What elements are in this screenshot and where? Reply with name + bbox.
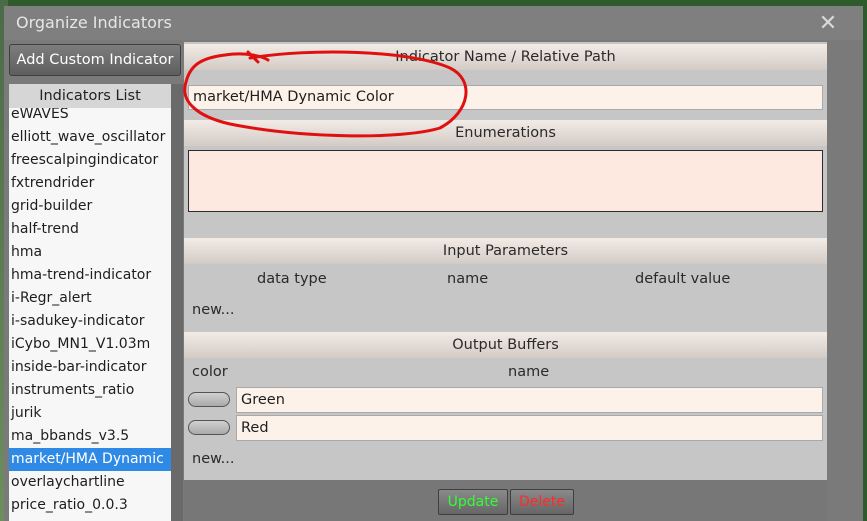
add-custom-indicator-button[interactable]: Add Custom Indicator	[9, 44, 181, 76]
indicators-list: eWAVES elliott_wave_oscillator freescalp…	[9, 84, 171, 521]
color-column-label: color	[192, 364, 228, 380]
list-item[interactable]: overlaychartline	[9, 471, 171, 494]
new-output-buffer-link[interactable]: new...	[192, 451, 234, 467]
name-column-label: name	[447, 271, 489, 287]
list-item[interactable]: ma_bbands_v3.5	[9, 425, 171, 448]
new-input-parameter-link[interactable]: new...	[192, 302, 234, 318]
delete-button[interactable]: Delete	[510, 489, 574, 515]
indicator-detail-panel: Indicator Name / Relative Path market/HM…	[184, 42, 827, 521]
indicators-list-header: Indicators List	[9, 84, 171, 108]
update-button[interactable]: Update	[438, 489, 508, 515]
list-item[interactable]: hma-trend-indicator	[9, 264, 171, 287]
list-item[interactable]: freescalpingindicator	[9, 149, 171, 172]
list-item[interactable]: fxtrendrider	[9, 172, 171, 195]
list-item[interactable]: i-Regr_alert	[9, 287, 171, 310]
list-scrollbar[interactable]	[171, 84, 183, 521]
name-section-header: Indicator Name / Relative Path	[184, 44, 827, 70]
enumerations-textarea[interactable]	[188, 150, 823, 212]
list-item-selected[interactable]: market/HMA Dynamic	[9, 448, 171, 471]
buffer-name-column-label: name	[508, 364, 550, 380]
close-icon[interactable]: ✕	[817, 13, 839, 35]
organize-indicators-dialog: Organize Indicators ✕ Add Custom Indicat…	[4, 6, 863, 521]
list-item[interactable]: grid-builder	[9, 195, 171, 218]
dialog-footer: Update Delete	[184, 480, 827, 521]
list-item[interactable]: half-trend	[9, 218, 171, 241]
list-item[interactable]: product_to_channel	[9, 517, 171, 521]
list-item[interactable]: price_ratio_0.0.3	[9, 494, 171, 517]
buffer-name-input[interactable]: Green	[236, 387, 823, 413]
output-buffers-header: Output Buffers	[184, 332, 827, 358]
enumerations-header: Enumerations	[184, 120, 827, 146]
indicator-name-input[interactable]: market/HMA Dynamic Color	[188, 85, 823, 110]
buffer-color-swatch[interactable]	[188, 420, 230, 435]
title-bar[interactable]: Organize Indicators ✕	[4, 6, 863, 40]
buffer-color-swatch[interactable]	[188, 392, 230, 407]
data-type-column-label: data type	[257, 271, 327, 287]
indicators-list-items: eWAVES elliott_wave_oscillator freescalp…	[9, 103, 171, 521]
list-item[interactable]: iCybo_MN1_V1.03m	[9, 333, 171, 356]
dialog-title: Organize Indicators	[16, 13, 172, 32]
list-item[interactable]: elliott_wave_oscillator	[9, 126, 171, 149]
list-item[interactable]: i-sadukey-indicator	[9, 310, 171, 333]
default-value-column-label: default value	[635, 271, 731, 287]
list-item[interactable]: inside-bar-indicator	[9, 356, 171, 379]
list-item[interactable]: jurik	[9, 402, 171, 425]
input-parameters-header: Input Parameters	[184, 238, 827, 264]
list-item[interactable]: hma	[9, 241, 171, 264]
buffer-name-input[interactable]: Red	[236, 415, 823, 441]
list-item[interactable]: instruments_ratio	[9, 379, 171, 402]
